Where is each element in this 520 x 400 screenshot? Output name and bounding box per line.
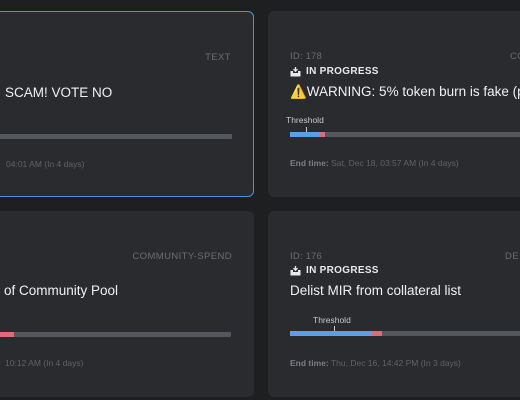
inbox-tray-icon: [290, 66, 301, 77]
proposal-status: IN PROGRESS: [290, 265, 379, 276]
threshold-label: Threshold: [313, 315, 351, 325]
end-time-value: Thu, Dec 16, 14:42 PM (In 3 days): [330, 358, 461, 368]
end-time: End time: Sat, Dec 18, 03:57 AM (In 4 da…: [290, 158, 459, 168]
inbox-tray-icon: [290, 265, 301, 276]
status-label: IN PROGRESS: [306, 265, 379, 276]
end-time: End time: Thu, Dec 16, 14:42 PM (In 3 da…: [290, 358, 461, 368]
vote-progress-bar: [0, 134, 232, 139]
no-votes-fill: [319, 132, 325, 137]
end-time: 04:01 AM (In 4 days): [6, 159, 84, 169]
vote-progress-bar: [290, 132, 520, 137]
no-votes-fill: [371, 331, 382, 336]
end-time-label: End time:: [290, 358, 329, 368]
yes-votes-fill: [290, 331, 372, 336]
proposal-card[interactable]: ID: 178 CO IN PROGRESS ⚠️WARNING: 5% tok…: [268, 11, 520, 197]
vote-progress-bar: [290, 331, 520, 336]
end-time-value: 10:12 AM (In 4 days): [5, 358, 84, 368]
proposal-id: ID: 178: [290, 51, 323, 62]
proposal-id: ID: 176: [290, 251, 323, 262]
threshold-label: Threshold: [286, 115, 324, 125]
end-time-value: 04:01 AM (In 4 days): [6, 159, 85, 169]
status-label: IN PROGRESS: [306, 66, 379, 77]
proposal-type: COMMUNITY-SPEND: [132, 251, 232, 262]
vote-progress-bar: [0, 332, 231, 337]
proposal-title: SCAM! VOTE NO: [5, 85, 113, 100]
proposal-title: of Community Pool: [4, 283, 119, 298]
end-time-label: End time:: [290, 158, 329, 168]
proposal-type: CO: [510, 51, 520, 62]
proposal-title: ⚠️WARNING: 5% token burn is fake (p: [290, 84, 520, 99]
proposal-title: Delist MIR from collateral list: [290, 283, 462, 298]
yes-votes-fill: [290, 132, 320, 137]
proposal-card[interactable]: ID: 176 DE IN PROGRESS Delist MIR from c…: [268, 211, 520, 397]
proposal-card[interactable]: COMMUNITY-SPEND of Community Pool 10:12 …: [0, 211, 254, 397]
end-time: 10:12 AM (In 4 days): [5, 358, 83, 368]
end-time-value: Sat, Dec 18, 03:57 AM (In 4 days): [331, 158, 459, 168]
no-votes-fill: [0, 332, 15, 337]
proposal-type: DE: [505, 251, 519, 262]
proposal-card[interactable]: TEXT SCAM! VOTE NO 04:01 AM (In 4 days): [0, 11, 254, 197]
proposal-status: IN PROGRESS: [290, 66, 379, 77]
proposal-type: TEXT: [205, 52, 231, 63]
